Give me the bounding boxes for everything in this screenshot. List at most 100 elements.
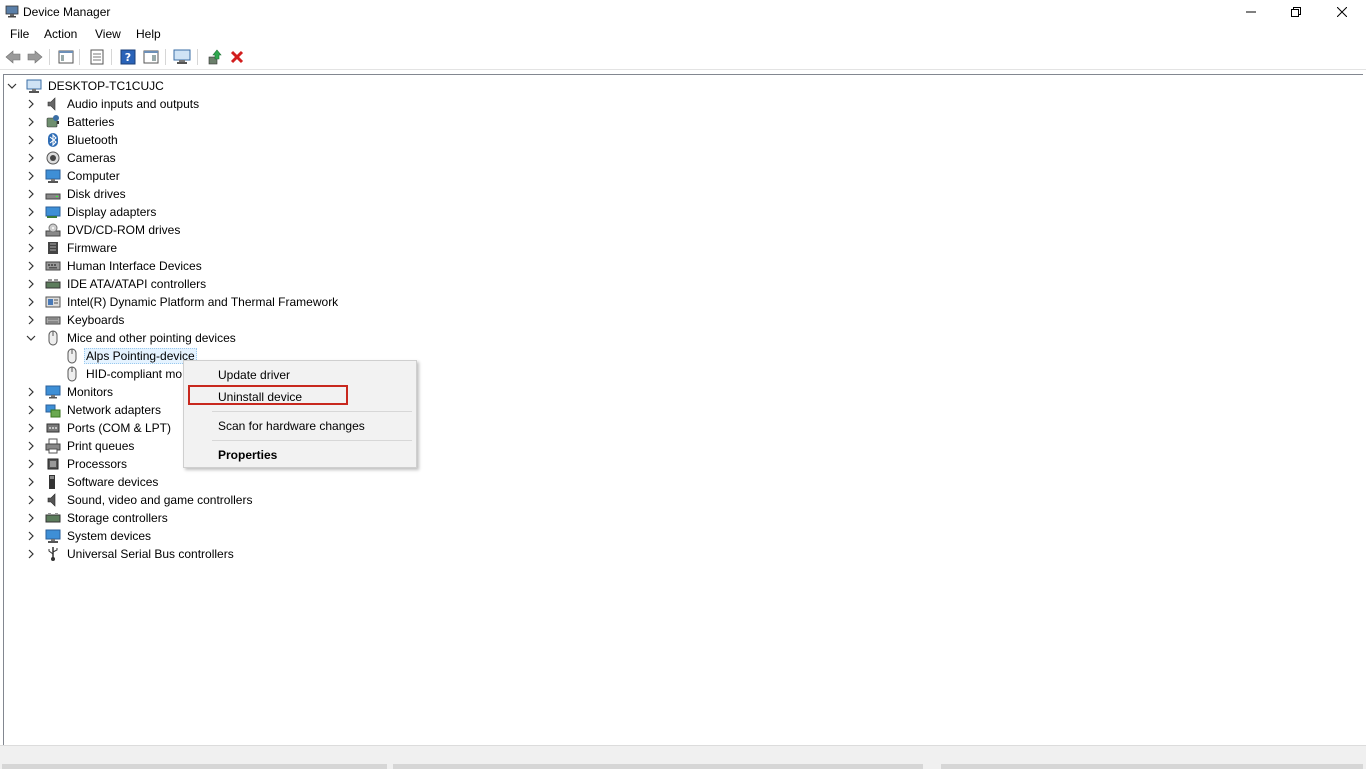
menu-action[interactable]: Action <box>44 27 77 41</box>
tree-category[interactable]: Human Interface Devices <box>26 257 204 275</box>
menu-file[interactable]: File <box>10 27 29 41</box>
tree-category[interactable]: Monitors <box>26 383 115 401</box>
menu-view[interactable]: View <box>95 27 121 41</box>
chevron-right-icon[interactable] <box>26 387 36 397</box>
tree-category[interactable]: Firmware <box>26 239 119 257</box>
close-button[interactable] <box>1319 0 1365 24</box>
menu-help[interactable]: Help <box>136 27 161 41</box>
tree-category[interactable]: Network adapters <box>26 401 163 419</box>
tree-category[interactable]: Display adapters <box>26 203 158 221</box>
tree-category-label: Monitors <box>67 385 114 399</box>
tree-category[interactable]: Cameras <box>26 149 118 167</box>
port-icon <box>45 420 61 436</box>
chevron-right-icon[interactable] <box>26 549 36 559</box>
forward-button[interactable] <box>26 48 44 66</box>
show-hide-console-tree-button[interactable] <box>57 48 75 66</box>
chevron-right-icon[interactable] <box>26 297 36 307</box>
restore-button[interactable] <box>1273 0 1319 24</box>
update-driver-button[interactable] <box>205 48 223 66</box>
help-button[interactable]: ? <box>119 48 137 66</box>
chevron-right-icon[interactable] <box>26 423 36 433</box>
tree-category[interactable]: Processors <box>26 455 129 473</box>
device-manager-app-icon <box>5 5 19 18</box>
display-adapter-icon <box>45 204 61 220</box>
chevron-down-icon[interactable] <box>7 81 17 91</box>
chevron-right-icon[interactable] <box>26 189 36 199</box>
tree-category-label: Keyboards <box>67 313 125 327</box>
tree-category[interactable]: Batteries <box>26 113 116 131</box>
tree-category-label: Display adapters <box>67 205 157 219</box>
chevron-right-icon[interactable] <box>26 117 36 127</box>
tree-category[interactable]: Disk drives <box>26 185 128 203</box>
toolbar-separator <box>165 49 166 65</box>
chevron-right-icon[interactable] <box>26 513 36 523</box>
chevron-right-icon[interactable] <box>26 477 36 487</box>
processor-icon <box>45 456 61 472</box>
chevron-down-icon[interactable] <box>26 333 36 343</box>
tree-category-label: Ports (COM & LPT) <box>67 421 172 435</box>
chevron-right-icon[interactable] <box>26 99 36 109</box>
chevron-right-icon[interactable] <box>26 459 36 469</box>
bluetooth-icon <box>45 132 61 148</box>
menu-item-properties[interactable]: Properties <box>218 448 277 462</box>
status-segment <box>2 764 387 769</box>
tree-category[interactable]: Mice and other pointing devices <box>26 329 238 347</box>
tree-category-label: Universal Serial Bus controllers <box>67 547 234 561</box>
chevron-right-icon[interactable] <box>26 153 36 163</box>
chevron-right-icon[interactable] <box>26 243 36 253</box>
tree-category-label: Human Interface Devices <box>67 259 202 273</box>
menu-item-uninstall-device[interactable]: Uninstall device <box>218 390 302 404</box>
tree-category[interactable]: Print queues <box>26 437 136 455</box>
action-pane-icon <box>143 50 159 64</box>
tree-category-label: Bluetooth <box>67 133 118 147</box>
chevron-right-icon[interactable] <box>26 405 36 415</box>
firmware-icon <box>45 240 61 256</box>
chevron-right-icon[interactable] <box>26 441 36 451</box>
tree-category[interactable]: Keyboards <box>26 311 126 329</box>
properties-button[interactable] <box>88 48 106 66</box>
tree-category[interactable]: Software devices <box>26 473 160 491</box>
tree-device[interactable]: HID-compliant mo <box>64 365 184 383</box>
usb-icon <box>45 546 61 562</box>
menu-bar: File Action View Help <box>0 24 1366 44</box>
tree-category[interactable]: DVD/CD-ROM drives <box>26 221 182 239</box>
tree-category-label: System devices <box>67 529 152 543</box>
tree-category[interactable]: Universal Serial Bus controllers <box>26 545 236 563</box>
software-device-icon <box>45 474 61 490</box>
menu-item-scan-hardware[interactable]: Scan for hardware changes <box>218 419 365 433</box>
back-button[interactable] <box>4 48 22 66</box>
menu-separator <box>212 411 412 412</box>
chevron-right-icon[interactable] <box>26 531 36 541</box>
tree-category[interactable]: Intel(R) Dynamic Platform and Thermal Fr… <box>26 293 340 311</box>
update-driver-icon <box>208 49 222 65</box>
tree-category[interactable]: Computer <box>26 167 122 185</box>
chevron-right-icon[interactable] <box>26 279 36 289</box>
scan-hardware-button[interactable] <box>173 48 191 66</box>
chevron-right-icon[interactable] <box>26 135 36 145</box>
tree-category[interactable]: Sound, video and game controllers <box>26 491 254 509</box>
close-icon <box>1337 7 1347 17</box>
minimize-button[interactable] <box>1228 0 1274 24</box>
tree-category[interactable]: Ports (COM & LPT) <box>26 419 173 437</box>
chevron-right-icon[interactable] <box>26 171 36 181</box>
tree-category[interactable]: System devices <box>26 527 153 545</box>
tree-device[interactable]: Alps Pointing-device <box>64 347 197 365</box>
network-adapter-icon <box>45 402 61 418</box>
chevron-right-icon[interactable] <box>26 207 36 217</box>
tree-category[interactable]: IDE ATA/ATAPI controllers <box>26 275 208 293</box>
uninstall-button[interactable] <box>228 48 246 66</box>
chevron-right-icon[interactable] <box>26 261 36 271</box>
chevron-right-icon[interactable] <box>26 495 36 505</box>
menu-item-update-driver[interactable]: Update driver <box>218 368 290 382</box>
chevron-right-icon[interactable] <box>26 315 36 325</box>
tree-category[interactable]: Bluetooth <box>26 131 120 149</box>
action-pane-button[interactable] <box>142 48 160 66</box>
mouse-icon <box>45 330 61 346</box>
status-segment <box>941 764 1363 769</box>
tree-root[interactable]: DESKTOP-TC1CUJC <box>7 77 166 95</box>
back-arrow-icon <box>5 50 21 64</box>
tree-category[interactable]: Storage controllers <box>26 509 170 527</box>
tree-category-label: Intel(R) Dynamic Platform and Thermal Fr… <box>67 295 339 309</box>
chevron-right-icon[interactable] <box>26 225 36 235</box>
tree-category[interactable]: Audio inputs and outputs <box>26 95 201 113</box>
